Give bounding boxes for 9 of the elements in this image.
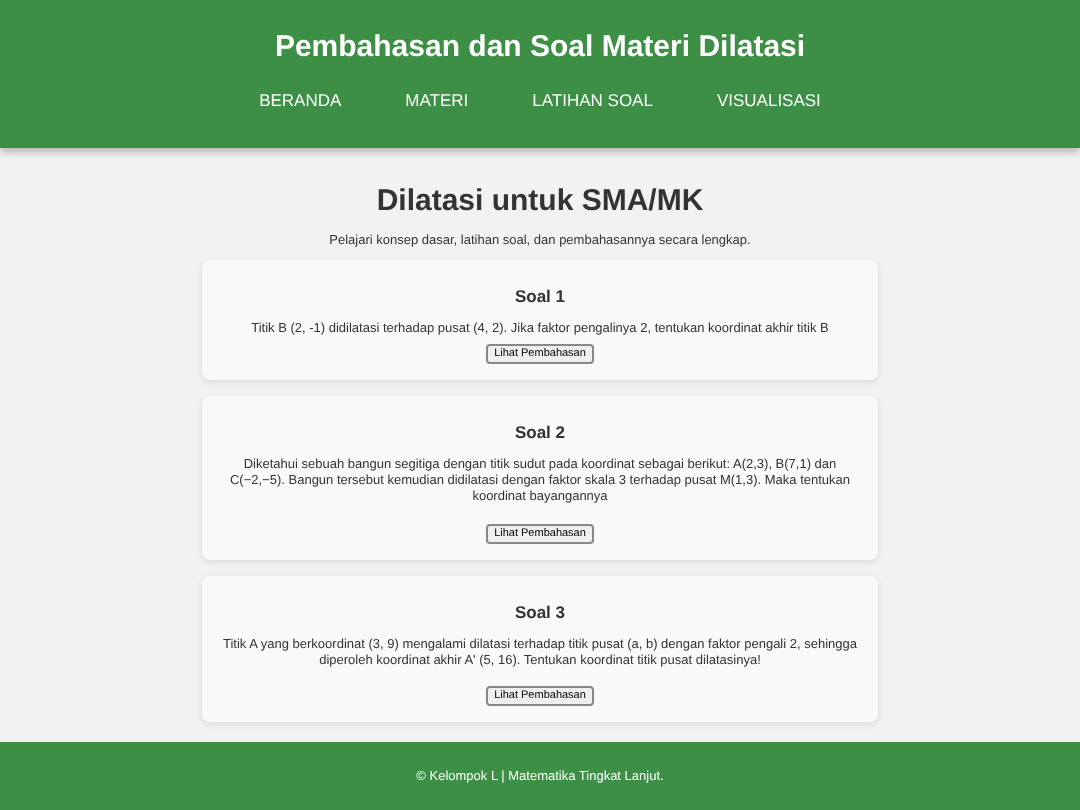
question-title: Soal 2 [514,422,566,443]
nav-link[interactable]: BERANDA [227,90,374,110]
site-title: Pembahasan dan Soal Materi Dilatasi [274,30,806,64]
nav-link[interactable]: VISUALISASI [684,90,853,110]
page-heading: Dilatasi untuk SMA/MK [376,184,704,218]
nav-link[interactable]: LATIHAN SOAL [500,90,685,110]
question-title: Soal 3 [514,601,566,621]
question-title: Soal 1 [514,286,566,306]
nav-link[interactable]: MATERI [373,90,501,110]
